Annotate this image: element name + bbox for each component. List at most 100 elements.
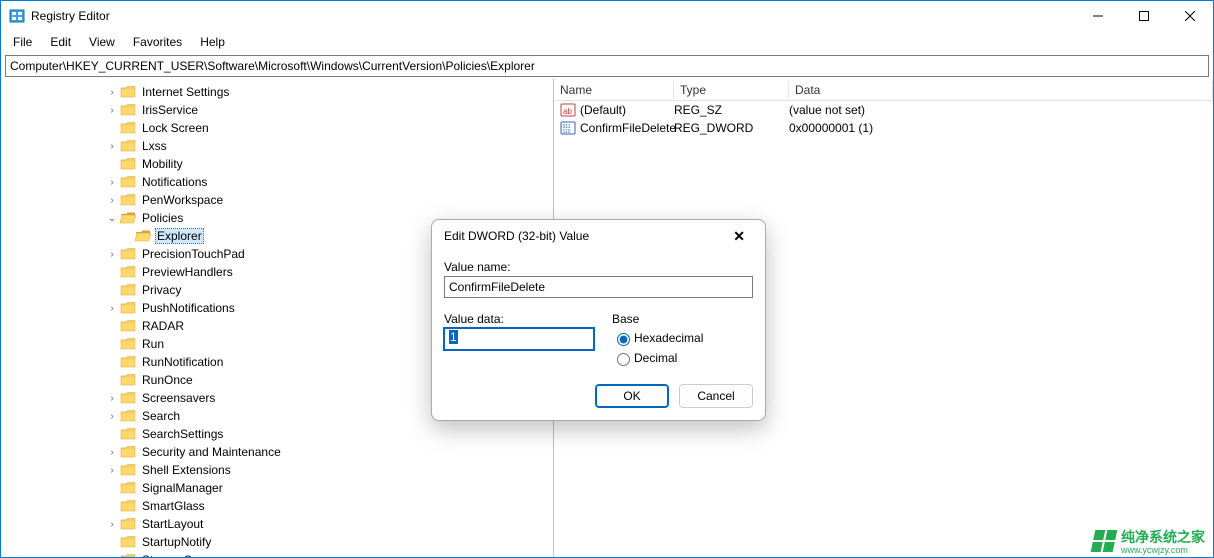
- chevron-right-icon[interactable]: ›: [106, 303, 118, 314]
- radio-hex-input[interactable]: [617, 333, 630, 346]
- dialog-titlebar[interactable]: Edit DWORD (32-bit) Value ✕: [432, 220, 765, 252]
- menu-view[interactable]: View: [81, 33, 123, 51]
- chevron-right-icon[interactable]: ›: [106, 177, 118, 188]
- folder-icon: [135, 229, 151, 243]
- value-type: REG_SZ: [674, 103, 789, 117]
- radio-hex-label: Hexadecimal: [634, 331, 703, 345]
- col-data[interactable]: Data: [789, 81, 1213, 99]
- tree-item-label: SearchSettings: [140, 427, 225, 441]
- tree-item-label: Policies: [140, 211, 185, 225]
- menubar: File Edit View Favorites Help: [1, 31, 1213, 53]
- folder-icon: [120, 103, 136, 117]
- menu-file[interactable]: File: [5, 33, 40, 51]
- folder-icon: [120, 427, 136, 441]
- chevron-right-icon[interactable]: ›: [106, 249, 118, 260]
- col-name[interactable]: Name: [554, 81, 674, 99]
- list-body[interactable]: ab(Default)REG_SZ(value not set)011110Co…: [554, 101, 1213, 137]
- folder-icon: [120, 445, 136, 459]
- tree-item-label: Explorer: [155, 228, 204, 244]
- folder-icon: [120, 391, 136, 405]
- value-row[interactable]: 011110ConfirmFileDeleteREG_DWORD0x000000…: [554, 119, 1213, 137]
- value-name-input[interactable]: [444, 276, 753, 298]
- ok-button[interactable]: OK: [595, 384, 669, 408]
- folder-icon: [120, 211, 136, 225]
- chevron-right-icon[interactable]: ›: [106, 519, 118, 530]
- tree-item[interactable]: ›Notifications: [1, 173, 553, 191]
- tree-item-label: Search: [140, 409, 182, 423]
- value-name: (Default): [580, 103, 626, 117]
- value-data-label: Value data:: [444, 312, 594, 326]
- cancel-button[interactable]: Cancel: [679, 384, 753, 408]
- value-type: REG_DWORD: [674, 121, 789, 135]
- tree-item-label: Mobility: [140, 157, 185, 171]
- tree-item[interactable]: › Lxss: [1, 137, 553, 155]
- tree-item[interactable]: ›StartupNotify: [1, 533, 553, 551]
- chevron-right-icon[interactable]: ›: [106, 393, 118, 404]
- tree-item[interactable]: ›StorageSense: [1, 551, 553, 557]
- folder-icon: [120, 175, 136, 189]
- chevron-right-icon[interactable]: ›: [106, 555, 118, 558]
- value-data-input[interactable]: 1: [444, 328, 594, 350]
- tree-item-label: RunOnce: [140, 373, 195, 387]
- folder-icon: [120, 121, 136, 135]
- tree-item[interactable]: ›Internet Settings: [1, 83, 553, 101]
- window-controls: [1075, 1, 1213, 31]
- chevron-right-icon[interactable]: ›: [106, 105, 118, 116]
- watermark-brand: 纯净系统之家: [1121, 527, 1205, 547]
- folder-icon: [120, 517, 136, 531]
- tree-item-label: Lxss: [140, 139, 169, 153]
- tree-item[interactable]: ›Lock Screen: [1, 119, 553, 137]
- chevron-right-icon[interactable]: ›: [106, 87, 118, 98]
- tree-item-label: Privacy: [140, 283, 183, 297]
- tree-item-label: Lock Screen: [140, 121, 211, 135]
- address-bar[interactable]: Computer\HKEY_CURRENT_USER\Software\Micr…: [5, 55, 1209, 77]
- tree-item-label: IrisService: [140, 103, 200, 117]
- svg-text:ab: ab: [563, 107, 572, 116]
- radio-dec-label: Decimal: [634, 351, 677, 365]
- registry-editor-window: Registry Editor File Edit View Favorites…: [0, 0, 1214, 558]
- tree-item[interactable]: ›SearchSettings: [1, 425, 553, 443]
- chevron-down-icon[interactable]: ⌄: [106, 213, 118, 224]
- radio-dec-input[interactable]: [617, 353, 630, 366]
- menu-edit[interactable]: Edit: [42, 33, 79, 51]
- tree-item-label: PreviewHandlers: [140, 265, 235, 279]
- tree-item[interactable]: ›StartLayout: [1, 515, 553, 533]
- folder-icon: [120, 247, 136, 261]
- tree-item[interactable]: ›Security and Maintenance: [1, 443, 553, 461]
- chevron-right-icon[interactable]: ›: [106, 447, 118, 458]
- value-data: 0x00000001 (1): [789, 121, 1213, 135]
- tree-item[interactable]: › Shell Extensions: [1, 461, 553, 479]
- tree-item[interactable]: ›Mobility: [1, 155, 553, 173]
- base-label: Base: [612, 312, 753, 326]
- tree-item[interactable]: ›SignalManager: [1, 479, 553, 497]
- chevron-right-icon[interactable]: ›: [106, 465, 118, 476]
- tree-item-label: Screensavers: [140, 391, 217, 405]
- menu-help[interactable]: Help: [192, 33, 233, 51]
- minimize-button[interactable]: [1075, 1, 1121, 31]
- folder-icon: [120, 193, 136, 207]
- titlebar[interactable]: Registry Editor: [1, 1, 1213, 31]
- chevron-right-icon[interactable]: ›: [106, 195, 118, 206]
- folder-icon: [120, 265, 136, 279]
- dialog-close-button[interactable]: ✕: [725, 224, 753, 249]
- menu-favorites[interactable]: Favorites: [125, 33, 190, 51]
- tree-item-label: RADAR: [140, 319, 186, 333]
- tree-item[interactable]: › IrisService: [1, 101, 553, 119]
- tree-item[interactable]: ›SmartGlass: [1, 497, 553, 515]
- tree-item-label: PenWorkspace: [140, 193, 225, 207]
- close-button[interactable]: [1167, 1, 1213, 31]
- tree-item-label: Shell Extensions: [140, 463, 233, 477]
- tree-item-label: RunNotification: [140, 355, 225, 369]
- dialog-title-text: Edit DWORD (32-bit) Value: [444, 229, 589, 243]
- folder-icon: [120, 481, 136, 495]
- radio-hexadecimal[interactable]: Hexadecimal: [612, 330, 753, 346]
- chevron-right-icon[interactable]: ›: [106, 411, 118, 422]
- chevron-right-icon[interactable]: ›: [106, 141, 118, 152]
- value-row[interactable]: ab(Default)REG_SZ(value not set): [554, 101, 1213, 119]
- radio-decimal[interactable]: Decimal: [612, 350, 753, 366]
- tree-item[interactable]: › PenWorkspace: [1, 191, 553, 209]
- maximize-button[interactable]: [1121, 1, 1167, 31]
- folder-icon: [120, 139, 136, 153]
- list-header[interactable]: Name Type Data: [554, 79, 1213, 101]
- col-type[interactable]: Type: [674, 81, 789, 99]
